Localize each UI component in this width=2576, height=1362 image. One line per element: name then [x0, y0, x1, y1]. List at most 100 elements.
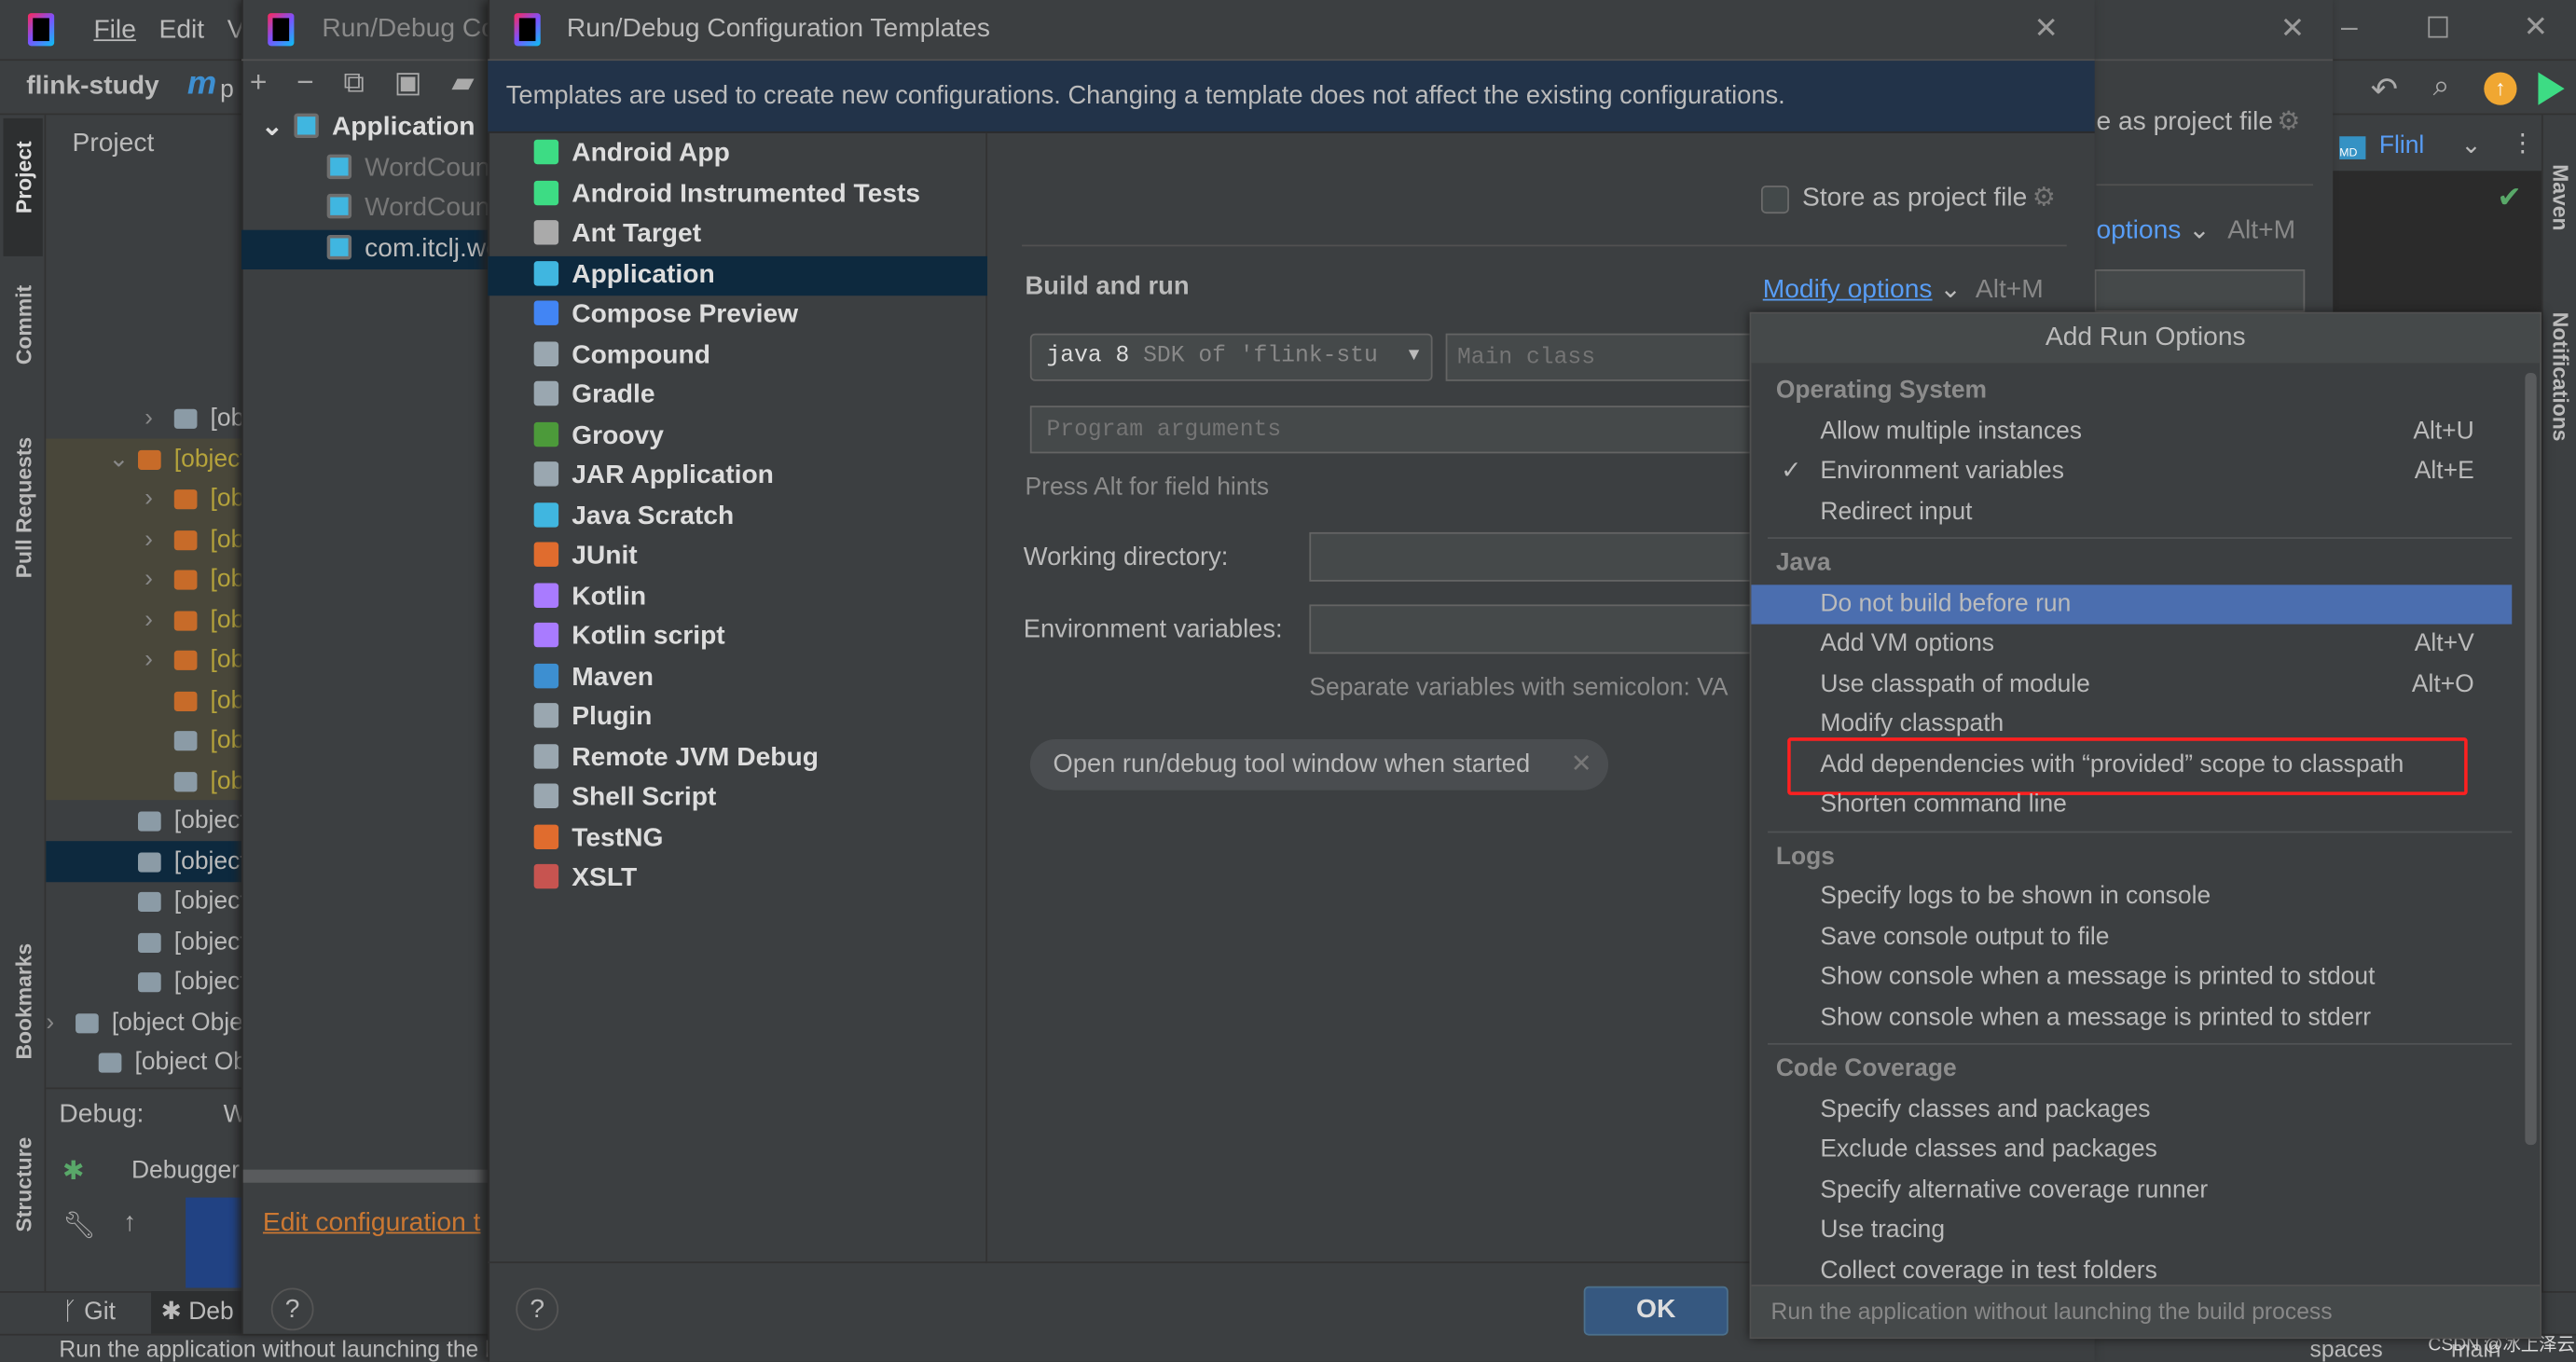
- tree-item[interactable]: ›[object Object]: [46, 922, 243, 961]
- config-tree-item[interactable]: com.itclj.wo: [241, 229, 501, 268]
- popup-option[interactable]: Add dependencies with “provided” scope t…: [1751, 736, 2540, 795]
- config-field-partial[interactable]: [2094, 268, 2306, 312]
- popup-option[interactable]: Specify alternative coverage runner: [1751, 1170, 2540, 1210]
- jre-select[interactable]: java 8 SDK of 'flink-stu ▼: [1029, 333, 1433, 381]
- tree-item[interactable]: ›[object Object]: [46, 722, 243, 761]
- tree-item[interactable]: ›[object Object]: [46, 520, 243, 559]
- option-chip[interactable]: Open run/debug tool window when started …: [1029, 738, 1609, 791]
- chevron-right-icon[interactable]: ›: [145, 560, 174, 599]
- template-item[interactable]: Maven: [488, 658, 987, 697]
- chevron-right-icon[interactable]: ›: [46, 1003, 76, 1042]
- gear-icon[interactable]: ⚙: [2032, 181, 2056, 213]
- minimize-button[interactable]: –: [2341, 10, 2358, 45]
- tool-tab-notifications[interactable]: Notifications: [2548, 312, 2572, 442]
- help-button[interactable]: ?: [516, 1287, 559, 1331]
- tree-item[interactable]: ›[object Object]: [46, 963, 243, 1002]
- popup-option[interactable]: Specify classes and packages: [1751, 1090, 2540, 1130]
- chevron-right-icon[interactable]: ›: [145, 480, 174, 519]
- tree-item[interactable]: ›[object Object]: [46, 600, 243, 640]
- tree-item[interactable]: ›[object Object]: [46, 882, 243, 921]
- popup-option[interactable]: Allow multiple instances Alt+U: [1751, 411, 2540, 451]
- tree-item[interactable]: ›[object Object]: [46, 762, 243, 801]
- status-indent[interactable]: spaces: [2310, 1336, 2383, 1362]
- update-icon[interactable]: ↑: [2484, 72, 2517, 105]
- popup-option[interactable]: Do not build before run: [1751, 584, 2513, 625]
- popup-option[interactable]: Show console when a message is printed t…: [1751, 957, 2540, 997]
- template-item[interactable]: Groovy: [488, 417, 987, 456]
- search-icon[interactable]: ⌕: [2433, 69, 2450, 103]
- tree-item[interactable]: ›[object Object]: [46, 1043, 243, 1082]
- template-item[interactable]: JAR Application: [488, 457, 987, 496]
- template-item[interactable]: Kotlin script: [488, 618, 987, 657]
- remove-chip-icon[interactable]: ✕: [1571, 739, 1592, 791]
- working-directory-input[interactable]: [1309, 531, 1754, 582]
- template-item[interactable]: Compose Preview: [488, 296, 987, 335]
- popup-option[interactable]: Redirect input: [1751, 492, 2540, 532]
- bug-icon[interactable]: ✱: [62, 1155, 85, 1188]
- popup-option[interactable]: Use tracing: [1751, 1211, 2540, 1251]
- popup-option[interactable]: ✓ Environment variables Alt+E: [1751, 452, 2540, 492]
- tree-item[interactable]: ›[object Object]: [46, 480, 243, 519]
- tree-item[interactable]: ›[object Object]: [46, 681, 243, 720]
- remove-icon[interactable]: −: [296, 65, 314, 100]
- tree-item[interactable]: ›[object Object]: [46, 842, 243, 881]
- add-icon[interactable]: +: [250, 65, 268, 100]
- debugger-tab[interactable]: Debugger: [131, 1157, 240, 1185]
- popup-option[interactable]: Use classpath of module Alt+O: [1751, 665, 2540, 705]
- tool-tab-bookmarks[interactable]: Bookmarks: [11, 943, 35, 1060]
- template-item[interactable]: Remote JVM Debug: [488, 738, 987, 777]
- main-class-input[interactable]: [1445, 333, 1752, 381]
- folder-icon[interactable]: ▰: [451, 65, 474, 100]
- template-item[interactable]: Application: [488, 255, 988, 296]
- menu-edit[interactable]: Edit: [159, 17, 205, 47]
- environment-variables-input[interactable]: [1309, 604, 1754, 654]
- config-tree-item[interactable]: ⌄ Application: [241, 108, 488, 147]
- popup-option[interactable]: Add VM options Alt+V: [1751, 625, 2540, 665]
- tool-tab-structure[interactable]: Structure: [11, 1137, 35, 1232]
- tree-item[interactable]: ›[object Object]: [46, 399, 243, 438]
- tree-item[interactable]: ⌄ [object Object]: [46, 439, 242, 478]
- tool-tab-maven[interactable]: Maven: [2548, 164, 2572, 230]
- breadcrumb-file[interactable]: p: [220, 76, 234, 103]
- editor-tab[interactable]: MD Flinl ⌄: [2339, 128, 2497, 164]
- save-icon[interactable]: ▣: [394, 65, 422, 100]
- templates-dialog-close[interactable]: ✕: [2033, 11, 2059, 46]
- tool-tab-pull-requests[interactable]: Pull Requests: [11, 437, 35, 578]
- store-checkbox[interactable]: [1760, 186, 1789, 214]
- chevron-right-icon[interactable]: ›: [145, 600, 174, 640]
- config-tree-item[interactable]: WordCoun: [241, 148, 489, 187]
- ok-button[interactable]: OK: [1583, 1286, 1729, 1336]
- menu-file[interactable]: File: [93, 17, 135, 47]
- ide-close-button[interactable]: ✕: [2524, 10, 2549, 45]
- template-item[interactable]: Ant Target: [488, 215, 987, 255]
- popup-option[interactable]: Save console output to file: [1751, 917, 2540, 957]
- chevron-right-icon[interactable]: ›: [145, 399, 174, 438]
- gear-icon[interactable]: ⚙: [2277, 105, 2300, 138]
- tree-item[interactable]: ›[object Object]: [46, 1003, 242, 1042]
- template-item[interactable]: Java Scratch: [488, 497, 987, 536]
- undo-icon[interactable]: ↶: [2371, 69, 2399, 110]
- wrench-icon[interactable]: 🔧︎: [62, 1209, 96, 1242]
- template-item[interactable]: Kotlin: [488, 577, 987, 616]
- bottom-tab-git[interactable]: ᚴ Git: [62, 1298, 116, 1326]
- config-tree-scrollbar[interactable]: [242, 1169, 489, 1183]
- popup-option[interactable]: Specify logs to be shown in console: [1751, 877, 2540, 917]
- project-panel-header[interactable]: Project: [73, 130, 155, 159]
- help-button[interactable]: ?: [270, 1287, 314, 1331]
- template-item[interactable]: Android App: [488, 134, 987, 173]
- template-item[interactable]: JUnit: [488, 537, 987, 576]
- chevron-down-icon[interactable]: ⌄: [108, 439, 138, 478]
- tree-item[interactable]: ›[object Object]: [46, 640, 243, 680]
- template-item[interactable]: Compound: [488, 336, 987, 375]
- tree-item[interactable]: ›[object Object]: [46, 802, 243, 841]
- store-label[interactable]: Store as project file: [1802, 184, 2027, 213]
- config-tree-item[interactable]: WordCoun: [241, 189, 489, 228]
- chevron-right-icon[interactable]: ›: [145, 640, 174, 680]
- more-icon[interactable]: ⋮: [2510, 128, 2534, 158]
- config-dialog-close[interactable]: ✕: [2280, 11, 2306, 46]
- program-arguments-input[interactable]: [1029, 406, 1754, 454]
- tool-tab-commit[interactable]: Commit: [11, 285, 35, 365]
- chevron-down-icon[interactable]: ⌄: [261, 108, 294, 147]
- chevron-right-icon[interactable]: ›: [145, 520, 174, 559]
- restore-button[interactable]: [2428, 16, 2448, 38]
